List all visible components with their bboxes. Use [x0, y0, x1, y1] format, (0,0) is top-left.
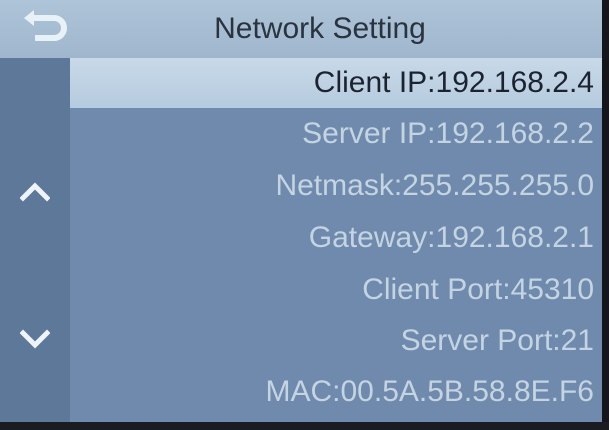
- setting-item-label: Client Port:45310: [362, 273, 594, 306]
- screen-bezel-bottom: [0, 422, 609, 430]
- chevron-up-icon: [20, 182, 50, 202]
- screen-bezel-right: [602, 0, 609, 430]
- chevron-down-icon: [20, 329, 50, 349]
- setting-item-mac[interactable]: MAC:00.5A.5B.58.8E.F6: [70, 367, 602, 417]
- return-arrow-icon: [24, 10, 67, 41]
- scroll-down-button[interactable]: [0, 316, 70, 366]
- scroll-sidebar: [0, 58, 70, 422]
- settings-list: Client IP:192.168.2.4 Server IP:192.168.…: [70, 58, 602, 422]
- header-bar: Network Setting: [0, 0, 602, 58]
- setting-item-server-port[interactable]: Server Port:21: [70, 316, 602, 366]
- setting-item-client-ip[interactable]: Client IP:192.168.2.4: [70, 58, 602, 108]
- setting-item-server-ip[interactable]: Server IP:192.168.2.2: [70, 109, 602, 159]
- setting-item-client-port[interactable]: Client Port:45310: [70, 265, 602, 315]
- setting-item-label: Server IP:192.168.2.2: [302, 117, 594, 150]
- page-title: Network Setting: [214, 12, 426, 45]
- setting-item-label: Server Port:21: [400, 324, 594, 357]
- setting-item-label: Netmask:255.255.255.0: [275, 169, 594, 202]
- setting-item-label: MAC:00.5A.5B.58.8E.F6: [265, 375, 594, 408]
- setting-item-label: Gateway:192.168.2.1: [308, 221, 594, 254]
- back-button[interactable]: [18, 8, 74, 48]
- device-screen: Network Setting Client IP:192.168.2.4 Se…: [0, 0, 609, 430]
- setting-item-gateway[interactable]: Gateway:192.168.2.1: [70, 213, 602, 263]
- setting-item-label: Client IP:192.168.2.4: [313, 66, 594, 99]
- setting-item-netmask[interactable]: Netmask:255.255.255.0: [70, 161, 602, 211]
- scroll-up-button[interactable]: [0, 168, 70, 218]
